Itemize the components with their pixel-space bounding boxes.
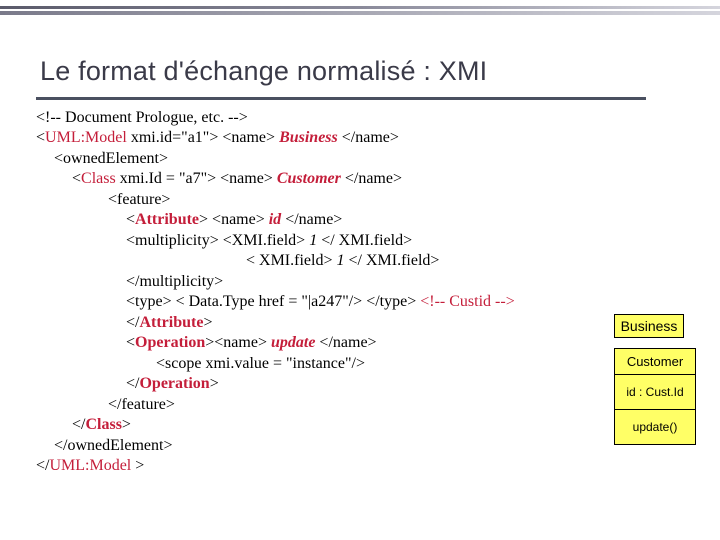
line-multiplicity-2: < XMI.field> 1 </ XMI.field> — [36, 251, 684, 271]
line-owned-close: </ownedElement> — [36, 436, 684, 456]
line-attribute-open: <Attribute> <name> id </name> — [36, 210, 684, 230]
uml-class-box: Customer id : Cust.Id update() — [614, 348, 696, 445]
line-type: <type> < Data.Type href = "|a247"/> </ty… — [36, 292, 684, 312]
uml-package-box: Business — [614, 314, 684, 338]
line-multiplicity-1: <multiplicity> <XMI.field> 1 </ XMI.fiel… — [36, 231, 684, 251]
line-feature-open: <feature> — [36, 190, 684, 210]
line-class-open: <Class xmi.Id = "a7"> <name> Customer </… — [36, 169, 684, 189]
top-decorative-bars — [0, 0, 720, 18]
xmi-code-block: <!-- Document Prologue, etc. --> <UML:Mo… — [36, 108, 684, 476]
line-model-open: <UML:Model xmi.id="a1"> <name> Business … — [36, 128, 684, 148]
line-attribute-close: </Attribute> — [36, 313, 684, 333]
uml-class-op: update() — [615, 410, 695, 444]
title-underline — [36, 97, 646, 100]
slide-title: Le format d'échange normalisé : XMI — [40, 56, 684, 87]
uml-class-name: Customer — [615, 349, 695, 375]
line-model-close: </UML:Model > — [36, 456, 684, 476]
uml-diagram: Business Customer id : Cust.Id update() — [614, 314, 696, 445]
line-scope: <scope xmi.value = "instance"/> — [36, 354, 684, 374]
uml-class-attr: id : Cust.Id — [615, 375, 695, 410]
line-prologue: <!-- Document Prologue, etc. --> — [36, 108, 684, 128]
line-operation-open: <Operation><name> update </name> — [36, 333, 684, 353]
line-multiplicity-close: </multiplicity> — [36, 272, 684, 292]
line-feature-close: </feature> — [36, 395, 684, 415]
line-class-close: </Class> — [36, 415, 684, 435]
line-operation-close: </Operation> — [36, 374, 684, 394]
slide-content: Le format d'échange normalisé : XMI <!--… — [0, 0, 720, 476]
line-owned-open: <ownedElement> — [36, 149, 684, 169]
